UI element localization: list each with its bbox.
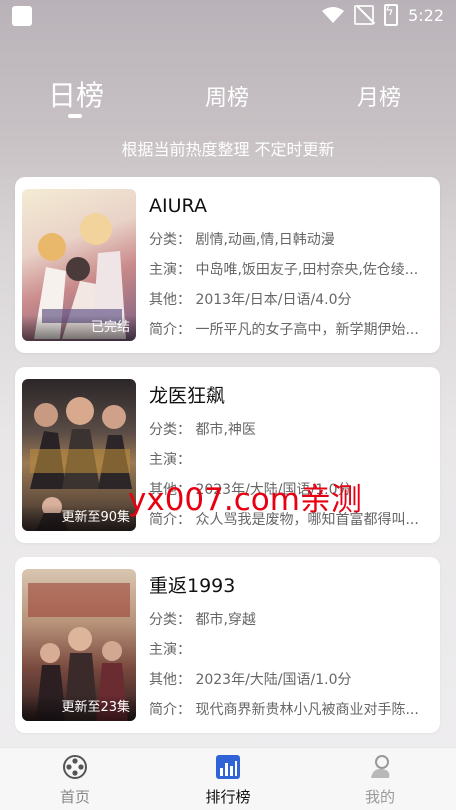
item-category: 分类： 剧情,动画,情,日韩动漫: [149, 232, 335, 248]
status-icons: 5:22: [322, 4, 444, 26]
item-cast: 主演： 中岛唯,饭田友子,田村奈央,佐仓绫...: [149, 262, 419, 278]
notification-icon: [12, 6, 32, 26]
item-cast: 主演：: [149, 642, 191, 658]
item-category: 分类： 都市,神医: [149, 422, 256, 438]
status-badge: 更新至23集: [22, 695, 136, 721]
watermark-text: yx007.com亲测: [128, 482, 362, 518]
ranking-tabs: 日榜 周榜 月榜: [0, 74, 456, 124]
item-cast: 主演：: [149, 452, 191, 468]
nav-ranking-label: 排行榜: [205, 788, 251, 806]
bar-chart-icon: [216, 755, 240, 779]
item-title[interactable]: 龙医狂飙: [149, 381, 432, 411]
nav-home[interactable]: 首页: [30, 754, 120, 807]
poster-image[interactable]: 更新至90集: [22, 379, 136, 531]
item-title[interactable]: AIURA: [149, 191, 432, 221]
status-badge: 更新至90集: [22, 505, 136, 531]
tab-weekly[interactable]: 周榜: [205, 80, 249, 112]
nav-ranking[interactable]: 排行榜: [183, 754, 273, 807]
item-other: 其他： 2013年/日本/日语/4.0分: [149, 292, 352, 308]
list-item[interactable]: 已完结 AIURA 分类： 剧情,动画,情,日韩动漫 主演： 中岛唯,饭田友子,…: [15, 177, 440, 353]
no-sim-icon: [354, 5, 375, 25]
tab-indicator: [68, 114, 82, 118]
nav-mine-label: 我的: [364, 788, 395, 806]
item-intro: 简介： 一所平凡的女子高中，新学期伊始...: [149, 322, 419, 338]
nav-home-label: 首页: [59, 788, 90, 806]
poster-image[interactable]: 已完结: [22, 189, 136, 341]
item-category: 分类： 都市,穿越: [149, 612, 256, 628]
ranking-subtitle: 根据当前热度整理 不定时更新: [121, 140, 335, 159]
item-title[interactable]: 重返1993: [149, 571, 432, 601]
film-reel-icon: [63, 755, 87, 779]
bottom-navigation: 首页 排行榜 我的: [0, 747, 456, 810]
status-badge: 已完结: [22, 315, 136, 341]
profile-icon: [371, 755, 390, 778]
poster-image[interactable]: 更新至23集: [22, 569, 136, 721]
wifi-icon: [322, 7, 345, 23]
item-other: 其他： 2023年/大陆/国语/1.0分: [149, 672, 352, 688]
nav-mine[interactable]: 我的: [335, 754, 425, 807]
status-bar: 5:22: [0, 0, 456, 32]
tab-daily[interactable]: 日榜: [48, 74, 104, 114]
battery-charging-icon: [384, 4, 399, 26]
item-intro: 简介： 现代商界新贵林小凡被商业对手陈...: [149, 702, 419, 718]
status-time: 5:22: [408, 5, 444, 25]
list-item[interactable]: 更新至23集 重返1993 分类： 都市,穿越 主演： 其他： 2023年/大陆…: [15, 557, 440, 733]
tab-monthly[interactable]: 月榜: [357, 80, 401, 112]
